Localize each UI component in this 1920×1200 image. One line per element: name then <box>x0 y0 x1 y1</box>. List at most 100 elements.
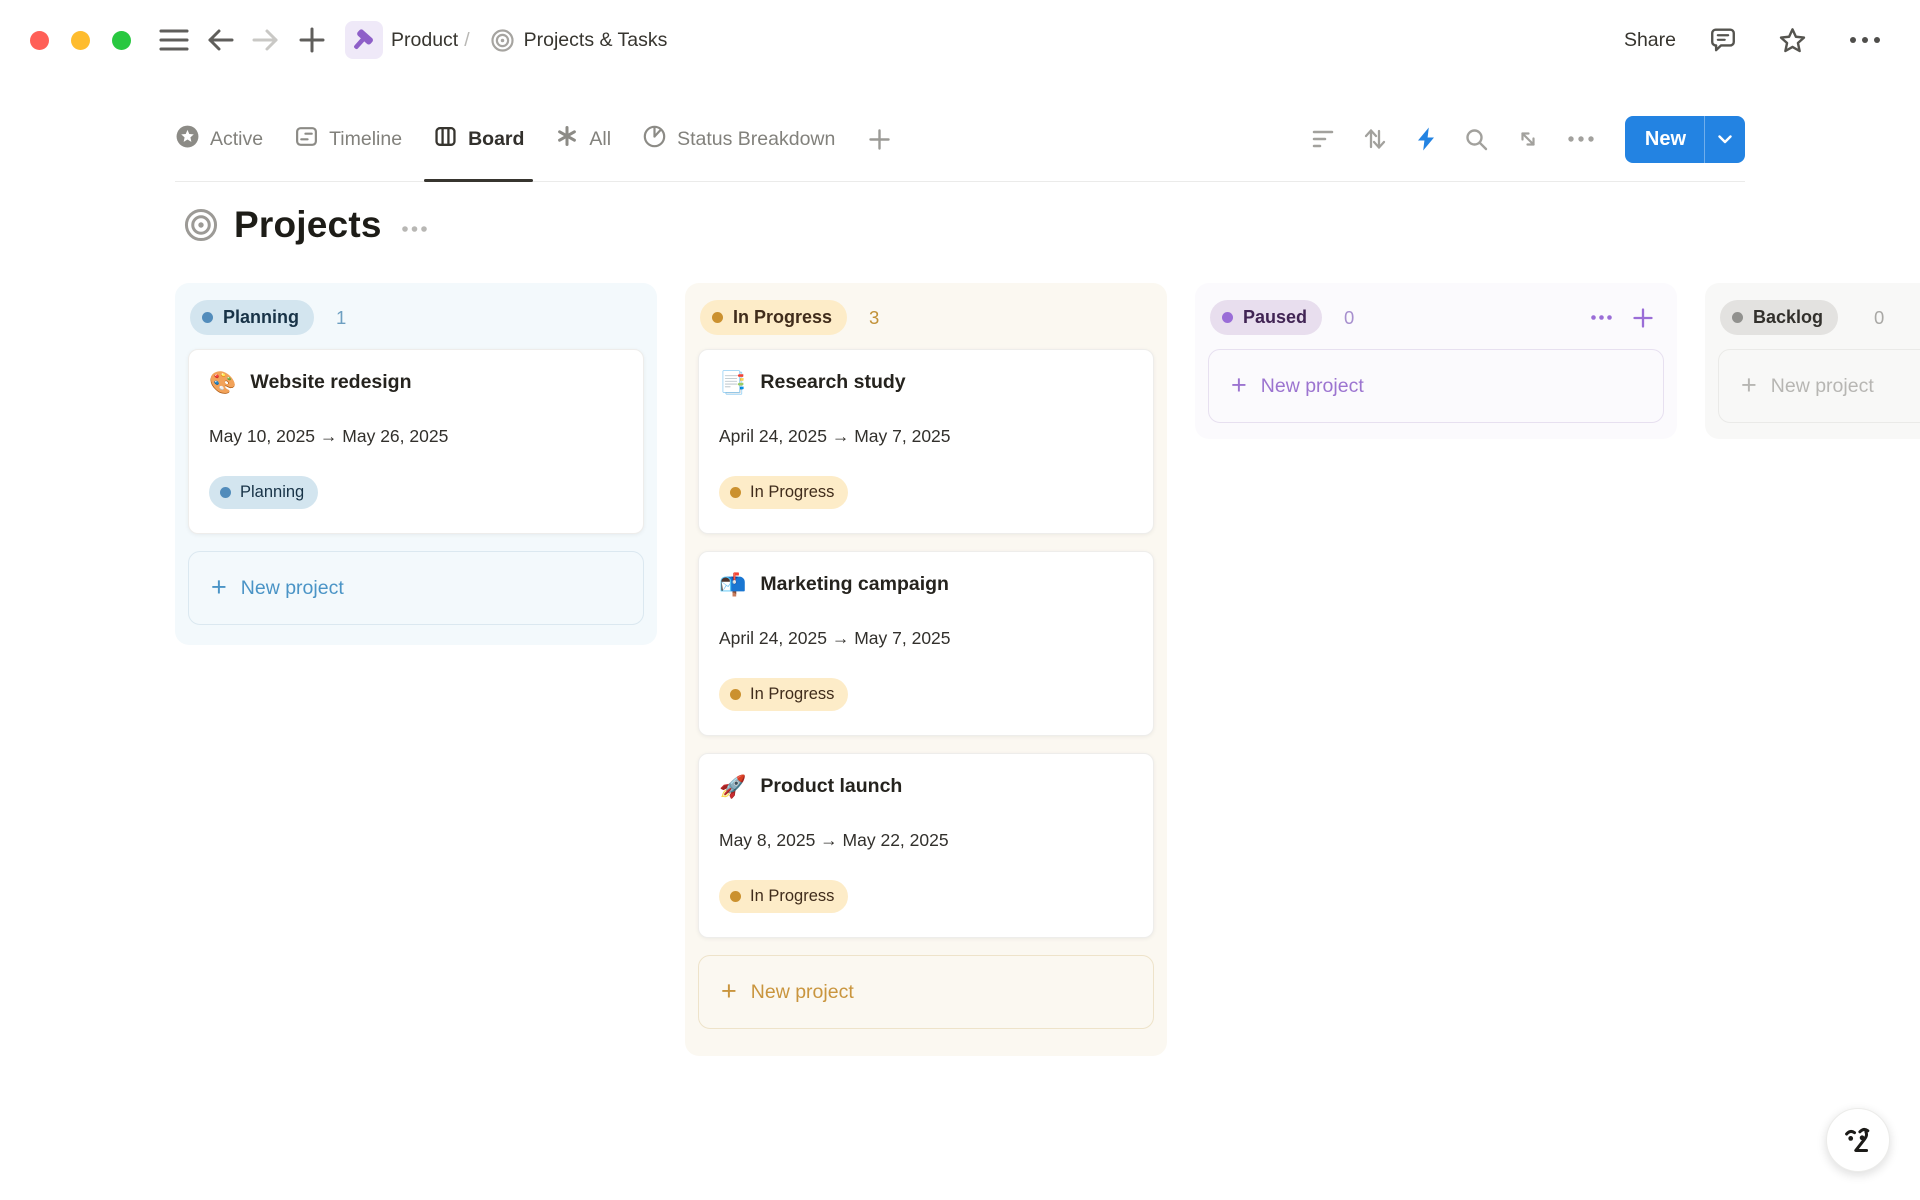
rocket-emoji-icon: 🚀 <box>719 776 746 798</box>
card-title[interactable]: Research study <box>760 371 905 394</box>
new-page-icon[interactable] <box>293 21 331 59</box>
board-column-in-progress: In Progress 3 📑 Research study April 24,… <box>685 283 1167 1056</box>
column-more-icon[interactable] <box>1590 314 1613 321</box>
close-window-button[interactable] <box>30 31 49 50</box>
sort-icon[interactable] <box>1362 127 1388 151</box>
group-pill-in-progress[interactable]: In Progress <box>700 300 847 335</box>
pie-chart-icon <box>642 124 667 155</box>
card-date-range: April 24, 2025 → May 7, 2025 <box>719 628 1133 649</box>
group-pill-paused[interactable]: Paused <box>1210 300 1322 335</box>
new-project-button[interactable]: + New project <box>188 551 644 625</box>
status-dot <box>730 891 741 902</box>
zoom-window-button[interactable] <box>112 31 131 50</box>
card-title[interactable]: Website redesign <box>250 371 411 394</box>
title-more-icon[interactable] <box>401 225 428 233</box>
new-button[interactable]: New <box>1625 116 1745 163</box>
comments-icon[interactable] <box>1709 26 1737 54</box>
board-icon <box>433 124 458 155</box>
tab-all-view[interactable]: All <box>555 97 611 181</box>
group-name: In Progress <box>733 307 832 328</box>
notion-ai-face-button[interactable] <box>1826 1108 1890 1172</box>
workspace-hammer-icon[interactable] <box>345 21 383 59</box>
tab-status-breakdown-view[interactable]: Status Breakdown <box>642 97 835 181</box>
expand-icon[interactable] <box>1516 127 1540 151</box>
traffic-lights <box>30 31 131 50</box>
filter-icon[interactable] <box>1311 128 1335 150</box>
status-dot <box>730 487 741 498</box>
status-dot <box>730 689 741 700</box>
status-badge: In Progress <box>719 678 848 711</box>
group-name: Planning <box>223 307 299 328</box>
card-date-range: May 10, 2025 → May 26, 2025 <box>209 426 623 447</box>
status-label: In Progress <box>750 685 834 704</box>
group-name: Backlog <box>1753 307 1823 328</box>
card-date-range: May 8, 2025 → May 22, 2025 <box>719 830 1133 851</box>
forward-icon[interactable] <box>247 21 285 59</box>
view-tab-bar: Active Timeline Board All Status Breakdo… <box>175 97 1745 182</box>
status-badge: In Progress <box>719 880 848 913</box>
new-button-label[interactable]: New <box>1625 128 1704 151</box>
window-titlebar: Product / Projects & Tasks Share <box>0 0 1920 80</box>
project-card-research-study[interactable]: 📑 Research study April 24, 2025 → May 7,… <box>698 349 1154 534</box>
add-view-icon[interactable] <box>868 128 891 151</box>
favorite-star-icon[interactable] <box>1778 26 1807 55</box>
group-pill-backlog[interactable]: Backlog <box>1720 300 1838 335</box>
group-name: Paused <box>1243 307 1307 328</box>
tab-label: Status Breakdown <box>677 128 835 151</box>
group-pill-planning[interactable]: Planning <box>190 300 314 335</box>
tab-label: Timeline <box>329 128 402 151</box>
column-header[interactable]: Backlog 0 <box>1720 300 1920 335</box>
new-project-label: New project <box>1261 375 1364 398</box>
new-project-label: New project <box>1771 375 1874 398</box>
bookmark-tabs-emoji-icon: 📑 <box>719 372 746 394</box>
card-title[interactable]: Product launch <box>760 775 902 798</box>
group-count: 0 <box>1344 307 1354 329</box>
automation-lightning-icon[interactable] <box>1415 126 1437 152</box>
status-dot <box>1732 312 1743 323</box>
card-title[interactable]: Marketing campaign <box>760 573 949 596</box>
new-project-button[interactable]: + New project <box>698 955 1154 1029</box>
ai-face-icon <box>1839 1121 1877 1159</box>
column-header[interactable]: Planning 1 <box>190 300 640 335</box>
breadcrumb-page[interactable]: Projects & Tasks <box>524 29 668 52</box>
palette-emoji-icon: 🎨 <box>209 372 236 394</box>
page-title: Projects <box>234 204 382 246</box>
card-date-range: April 24, 2025 → May 7, 2025 <box>719 426 1133 447</box>
chevron-down-icon[interactable] <box>1705 116 1745 163</box>
new-project-button[interactable]: + New project <box>1208 349 1664 423</box>
project-card-marketing-campaign[interactable]: 📬 Marketing campaign April 24, 2025 → Ma… <box>698 551 1154 736</box>
board-column-backlog: Backlog 0 + New project <box>1705 283 1920 439</box>
status-label: In Progress <box>750 483 834 502</box>
minimize-window-button[interactable] <box>71 31 90 50</box>
status-dot <box>1222 312 1233 323</box>
column-header[interactable]: In Progress 3 <box>700 300 1150 335</box>
column-header[interactable]: Paused 0 <box>1210 300 1660 335</box>
star-circle-icon <box>175 124 200 155</box>
back-icon[interactable] <box>201 21 239 59</box>
view-options-icon[interactable] <box>1567 135 1595 143</box>
tab-label: All <box>589 128 611 151</box>
breadcrumb-workspace[interactable]: Product <box>391 29 458 52</box>
status-label: In Progress <box>750 887 834 906</box>
new-project-button[interactable]: + New project <box>1718 349 1920 423</box>
search-icon[interactable] <box>1464 127 1489 152</box>
more-options-icon[interactable] <box>1848 35 1882 45</box>
group-count: 0 <box>1874 307 1884 329</box>
group-count: 1 <box>336 307 346 329</box>
column-add-card-icon[interactable] <box>1632 307 1654 329</box>
page-header: Projects <box>183 204 428 246</box>
status-dot <box>220 487 231 498</box>
breadcrumb-separator: / <box>464 29 469 52</box>
tab-active-view[interactable]: Active <box>175 97 263 181</box>
tab-timeline-view[interactable]: Timeline <box>294 97 402 181</box>
sidebar-menu-icon[interactable] <box>155 21 193 59</box>
target-icon <box>490 28 515 53</box>
new-project-label: New project <box>751 981 854 1004</box>
status-badge: Planning <box>209 476 318 509</box>
tab-label: Active <box>210 128 263 151</box>
project-card-website-redesign[interactable]: 🎨 Website redesign May 10, 2025 → May 26… <box>188 349 644 534</box>
share-button[interactable]: Share <box>1624 29 1676 52</box>
status-label: Planning <box>240 483 304 502</box>
project-card-product-launch[interactable]: 🚀 Product launch May 8, 2025 → May 22, 2… <box>698 753 1154 938</box>
tab-board-view[interactable]: Board <box>433 97 524 181</box>
